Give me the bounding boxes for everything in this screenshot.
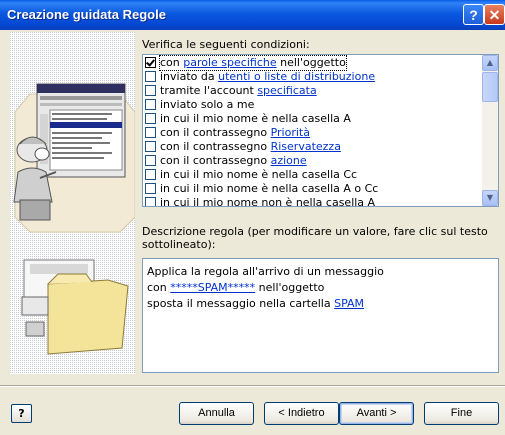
condition-link[interactable]: utenti o liste di distribuzione	[218, 70, 375, 83]
description-line2-suffix: nell'oggetto	[255, 281, 325, 294]
condition-text: in cui il mio nome è nella casella A	[160, 112, 351, 125]
window-title: Creazione guidata Regole	[7, 7, 166, 22]
condition-checkbox[interactable]	[145, 127, 156, 138]
condition-label: con il contrassegno Riservatezza	[160, 140, 341, 154]
conditions-heading: Verifica le seguenti condizioni:	[142, 38, 310, 51]
condition-checkbox[interactable]	[145, 155, 156, 166]
description-line2-prefix: con	[147, 281, 171, 294]
condition-checkbox[interactable]	[145, 141, 156, 152]
description-heading-line2: sottolineato):	[142, 238, 216, 251]
condition-label: inviato da utenti o liste di distribuzio…	[160, 70, 375, 84]
condition-text: inviato da	[160, 70, 219, 83]
condition-text-suffix: nell'oggetto	[276, 56, 346, 69]
cancel-button[interactable]: Annulla	[179, 402, 254, 425]
spam-folder-link[interactable]: SPAM	[334, 297, 364, 310]
condition-link[interactable]: specificata	[257, 84, 316, 97]
condition-checkbox[interactable]	[145, 169, 156, 180]
condition-text: tramite l'account	[160, 84, 258, 97]
condition-label: inviato solo a me	[160, 98, 254, 112]
wizard-illustration	[10, 32, 135, 374]
condition-text: inviato solo a me	[160, 98, 255, 111]
condition-checkbox[interactable]	[145, 183, 156, 194]
condition-text: in cui il mio nome è nella casella A o C…	[160, 182, 379, 195]
scroll-thumb[interactable]	[482, 72, 498, 102]
description-line-action: sposta il messaggio nella cartella SPAM	[147, 297, 364, 310]
condition-link[interactable]: Priorità	[271, 126, 310, 139]
condition-label: in cui il mio nome è nella casella A o C…	[160, 182, 378, 196]
condition-text: con	[160, 56, 184, 69]
conditions-scrollbar[interactable]: ▲ ▼	[482, 55, 498, 206]
condition-checkbox[interactable]	[145, 57, 156, 68]
description-line3-prefix: sposta il messaggio nella cartella	[147, 297, 335, 310]
condition-text: con il contrassegno	[160, 126, 271, 139]
condition-label: con il contrassegno azione	[160, 154, 307, 168]
condition-text: con il contrassegno	[160, 140, 271, 153]
close-button[interactable]: ✕	[484, 4, 505, 25]
condition-link[interactable]: Riservatezza	[271, 140, 341, 153]
condition-label: in cui il mio nome è nella casella A	[160, 112, 351, 126]
wizard-illustration-art	[10, 32, 135, 374]
condition-label: in cui il mio nome non è nella casella A	[160, 196, 376, 207]
condition-link[interactable]: parole specifiche	[183, 56, 276, 69]
title-bar: Creazione guidata Regole ? ✕	[0, 0, 505, 30]
help-button[interactable]: ?	[11, 404, 32, 423]
condition-checkbox[interactable]	[145, 113, 156, 124]
description-heading-line1: Descrizione regola (per modificare un va…	[142, 225, 488, 238]
finish-button[interactable]: Fine	[424, 402, 499, 425]
condition-label: con parole specifiche nell'oggetto	[159, 55, 347, 71]
condition-text: con il contrassegno	[160, 154, 271, 167]
rule-description-box: Applica la regola all'arrivo di un messa…	[142, 258, 499, 373]
next-button[interactable]: Avanti >	[339, 402, 414, 425]
back-button[interactable]: < Indietro	[264, 402, 339, 425]
spam-words-link[interactable]: *****SPAM*****	[170, 281, 255, 294]
condition-checkbox[interactable]	[145, 71, 156, 82]
condition-checkbox[interactable]	[145, 197, 156, 206]
scroll-down-icon[interactable]: ▼	[482, 190, 498, 206]
condition-label: con il contrassegno Priorità	[160, 126, 310, 140]
condition-text: in cui il mio nome non è nella casella A	[160, 196, 376, 207]
description-line-trigger: Applica la regola all'arrivo di un messa…	[147, 265, 384, 278]
condition-checkbox[interactable]	[145, 99, 156, 110]
condition-link[interactable]: azione	[271, 154, 307, 167]
condition-checkbox[interactable]	[145, 85, 156, 96]
condition-label: tramite l'account specificata	[160, 84, 317, 98]
condition-label: in cui il mio nome è nella casella Cc	[160, 168, 357, 182]
title-help-button[interactable]: ?	[463, 4, 484, 25]
button-separator	[0, 385, 505, 387]
scroll-up-icon[interactable]: ▲	[482, 55, 498, 71]
description-line-condition: con *****SPAM***** nell'oggetto	[147, 281, 324, 294]
conditions-list[interactable]: ▲ ▼ con parole specifiche nell'oggetto in…	[142, 54, 499, 207]
condition-text: in cui il mio nome è nella casella Cc	[160, 168, 358, 181]
